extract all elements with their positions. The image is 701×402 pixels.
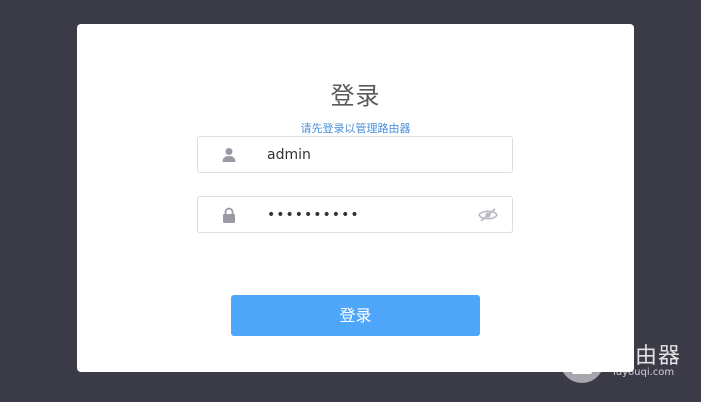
watermark: 路由器 luyouqi.com: [560, 336, 690, 386]
watermark-logo-icon: [560, 339, 604, 383]
watermark-url: luyouqi.com: [613, 367, 675, 378]
username-value[interactable]: admin: [267, 137, 311, 174]
password-value[interactable]: ••••••••••: [267, 197, 360, 234]
username-field[interactable]: admin: [197, 136, 513, 173]
eye-slash-icon[interactable]: [478, 207, 498, 223]
login-button[interactable]: 登录: [231, 295, 480, 336]
password-field[interactable]: ••••••••••: [197, 196, 513, 233]
watermark-title: 路由器: [612, 344, 682, 369]
login-subtitle: 请先登录以管理路由器: [300, 122, 411, 135]
lock-icon: [221, 207, 237, 223]
page-title: 登录: [330, 82, 381, 110]
user-icon: [221, 147, 237, 163]
login-card: 登录 请先登录以管理路由器 admin •••••••••• 登录: [77, 24, 634, 372]
